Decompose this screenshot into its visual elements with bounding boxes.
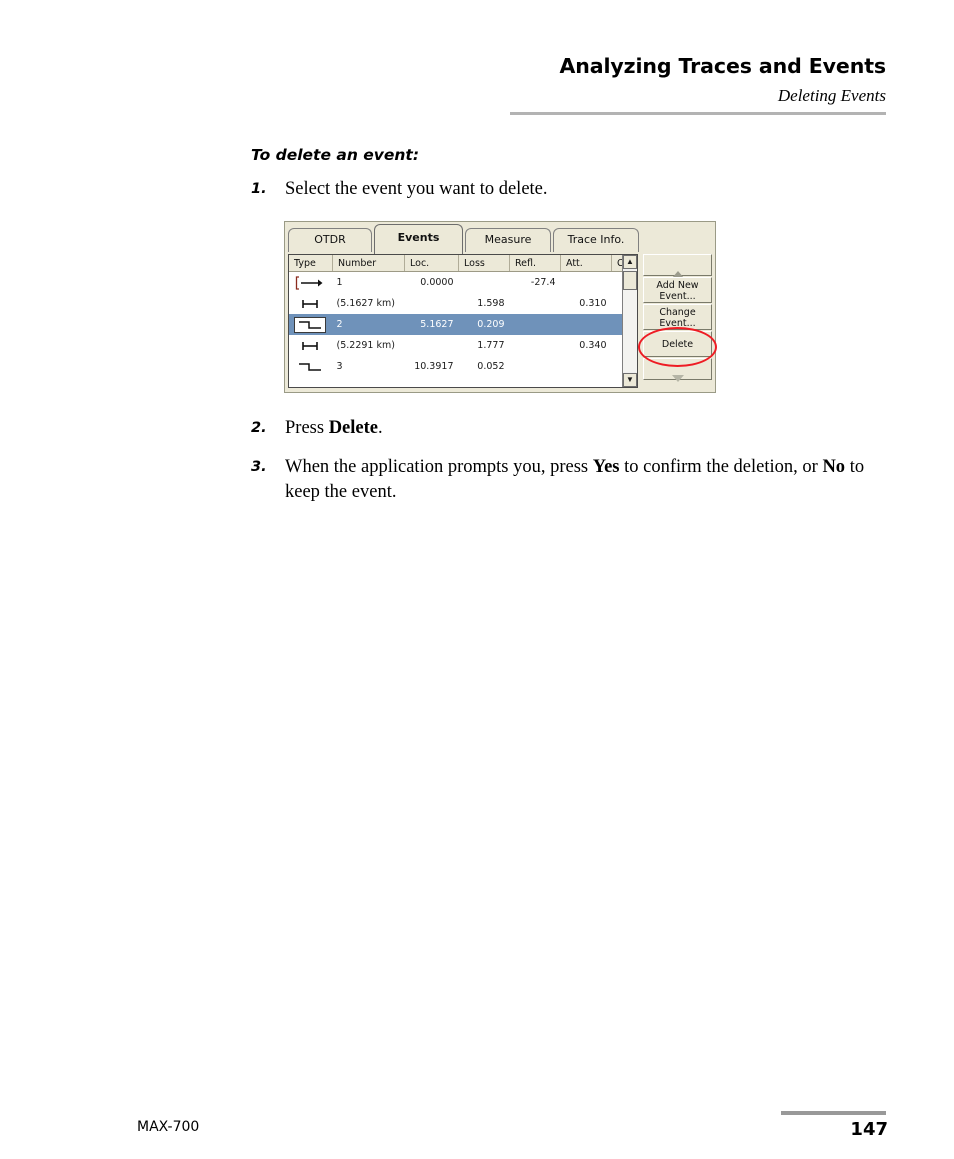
section-title: Deleting Events — [777, 86, 886, 105]
product-name: MAX-700 — [137, 1119, 200, 1135]
event-number-cell: (5.1627 km) — [336, 298, 395, 309]
events-button-column: Add New Event... Change Event... Delete — [643, 254, 712, 388]
tab-otdr[interactable]: OTDR — [288, 228, 372, 252]
page-header: Analyzing Traces and Events Deleting Eve… — [0, 0, 954, 130]
table-row[interactable]: 1 0.0000 -27.4 0.000 — [289, 272, 637, 294]
event-loc-cell — [405, 335, 459, 356]
delete-button[interactable]: Delete — [643, 331, 712, 357]
tab-measure[interactable]: Measure — [465, 228, 551, 252]
chapter-title: Analyzing Traces and Events — [559, 54, 886, 78]
launch-arrow-icon — [295, 275, 325, 290]
event-type-cell — [289, 314, 333, 335]
triangle-down-icon — [671, 375, 684, 382]
event-loss-cell: 1.598 — [477, 298, 505, 309]
fiber-span-icon — [295, 339, 325, 353]
step-text-part: Select the event you want to delete. — [285, 179, 548, 199]
reflective-event-icon — [294, 316, 327, 333]
tab-events[interactable]: Events — [374, 224, 463, 254]
event-number-cell: 2 — [332, 314, 405, 335]
event-loss-cell: 0.052 — [477, 361, 505, 372]
footer-rule — [781, 1111, 886, 1115]
event-att-cell: 0.340 — [579, 340, 607, 351]
reflective-event-icon — [296, 360, 324, 373]
event-att-cell: 0.310 — [579, 298, 607, 309]
step-text-part: to confirm the deletion, or — [619, 457, 823, 477]
step-emphasis-yes: Yes — [592, 457, 620, 477]
column-header-att[interactable]: Att. — [560, 255, 612, 272]
scroll-up-arrow-icon[interactable]: ▲ — [623, 255, 637, 269]
fiber-span-icon — [295, 297, 325, 311]
events-scrollbar[interactable]: ▲ ▼ — [622, 255, 637, 387]
table-row[interactable]: 3 10.3917 0.052 3.636 — [289, 356, 637, 377]
event-type-cell — [289, 293, 333, 314]
event-att-cell — [561, 356, 612, 377]
procedure-step-2: 2. Press Delete. — [251, 416, 891, 441]
table-row[interactable]: (5.1627 km) 1.598 0.310 1.598 — [289, 293, 637, 314]
event-refl-cell — [509, 314, 561, 335]
event-loc-cell: 5.1627 — [404, 314, 459, 335]
page-number: 147 — [850, 1119, 888, 1140]
event-loc-cell: 10.3917 — [414, 361, 454, 372]
step-emphasis: Delete — [328, 418, 378, 438]
header-rule — [510, 112, 886, 115]
event-number-cell: 1 — [336, 277, 343, 288]
event-number-cell: (5.2291 km) — [336, 340, 395, 351]
column-header-loc[interactable]: Loc. — [404, 255, 459, 272]
change-event-button[interactable]: Change Event... — [643, 304, 712, 330]
table-row-selected[interactable]: 2 5.1627 0.209 1.808 — [289, 314, 637, 335]
event-number-cell: 3 — [336, 361, 343, 372]
table-row[interactable]: (5.2291 km) 1.777 0.340 3.584 — [289, 335, 637, 356]
events-table-body: 1 0.0000 -27.4 0.000 — [289, 272, 637, 378]
tab-strip: OTDR Events Measure Trace Info. — [285, 222, 715, 254]
event-refl-cell: -27.4 — [530, 277, 556, 288]
scroll-up-button[interactable] — [643, 254, 712, 278]
event-refl-cell — [510, 356, 561, 377]
events-screen-figure: OTDR Events Measure Trace Info. Type Num… — [284, 221, 717, 393]
procedure-step-1: 1. Select the event you want to delete. — [251, 177, 891, 202]
step-text: Select the event you want to delete. — [285, 177, 891, 202]
add-new-event-button[interactable]: Add New Event... — [643, 277, 712, 303]
tab-trace-info[interactable]: Trace Info. — [553, 228, 639, 252]
column-header-loss[interactable]: Loss — [458, 255, 510, 272]
event-loc-cell — [405, 293, 459, 314]
scroll-down-arrow-icon[interactable]: ▼ — [623, 373, 637, 387]
column-header-number[interactable]: Number — [332, 255, 405, 272]
step-number: 1. — [251, 181, 267, 197]
scrollbar-thumb[interactable] — [623, 271, 637, 290]
event-refl-cell — [510, 335, 561, 356]
event-type-cell — [289, 335, 333, 356]
procedure-step-3: 3. When the application prompts you, pre… — [251, 455, 891, 505]
step-text: When the application prompts you, press … — [285, 455, 891, 505]
events-table-panel[interactable]: Type Number Loc. Loss Refl. Att. Cumul. — [288, 254, 638, 388]
procedure-heading: To delete an event: — [251, 146, 420, 164]
event-att-cell — [560, 314, 612, 335]
events-table-head: Type Number Loc. Loss Refl. Att. Cumul. — [289, 255, 637, 272]
column-header-refl[interactable]: Refl. — [509, 255, 561, 272]
event-type-cell — [289, 272, 333, 294]
event-loss-cell: 1.777 — [477, 340, 505, 351]
scroll-down-button[interactable] — [643, 358, 712, 382]
table-header-row: Type Number Loc. Loss Refl. Att. Cumul. — [289, 255, 637, 272]
event-refl-cell — [510, 293, 561, 314]
event-loss-cell — [459, 272, 510, 294]
event-loc-cell: 0.0000 — [420, 277, 454, 288]
step-number: 3. — [251, 459, 267, 475]
step-text-part: . — [377, 418, 383, 438]
event-loss-cell: 0.209 — [458, 314, 510, 335]
column-header-type[interactable]: Type — [289, 255, 333, 272]
step-number: 2. — [251, 420, 267, 436]
step-text-part: Press — [285, 418, 329, 438]
events-table: Type Number Loc. Loss Refl. Att. Cumul. — [289, 255, 637, 378]
event-att-cell — [561, 272, 612, 294]
event-type-cell — [289, 356, 333, 377]
step-emphasis-no: No — [822, 457, 846, 477]
step-text: Press Delete. — [285, 416, 891, 441]
page-footer: MAX-700 147 — [0, 1049, 954, 1159]
step-text-part: When the application prompts you, press — [285, 457, 593, 477]
